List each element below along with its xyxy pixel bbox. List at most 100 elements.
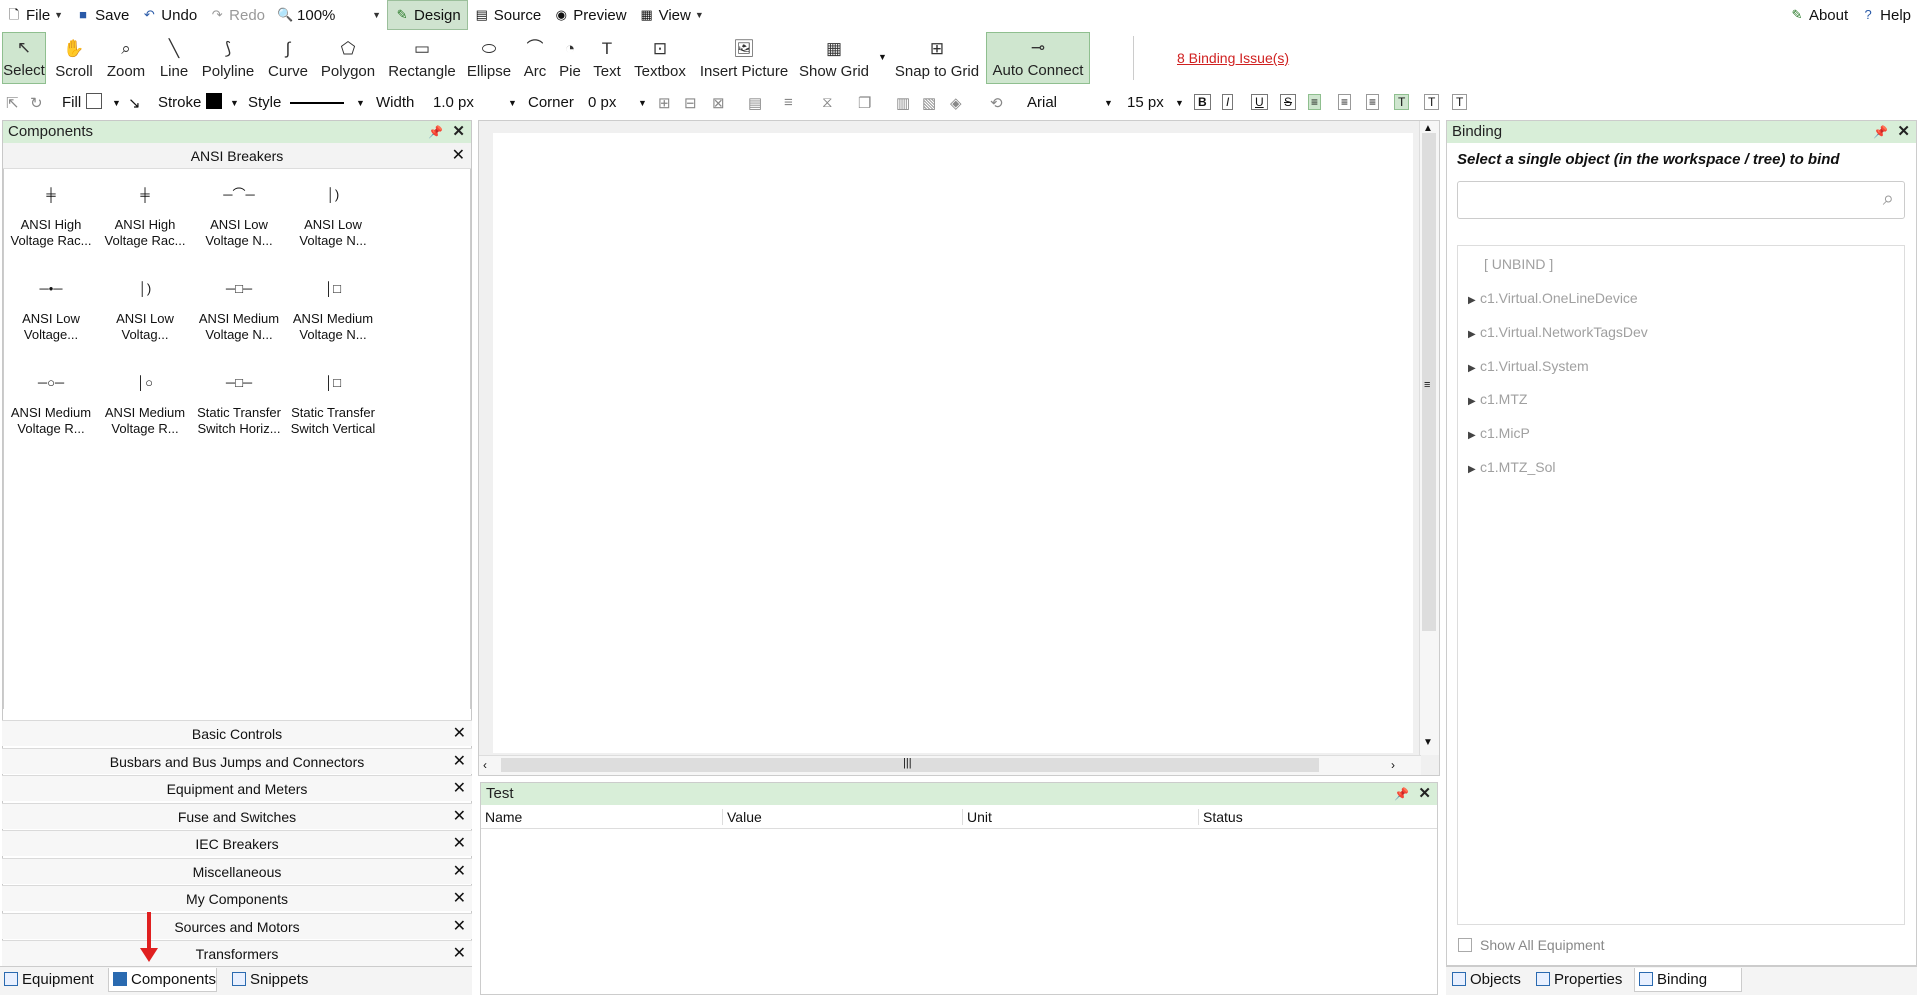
auto-connect-button[interactable]: ⊸ Auto Connect — [986, 32, 1090, 84]
category-header[interactable]: Transformers ✕ — [2, 940, 472, 966]
tree-node[interactable]: ▶ c1.MicP — [1468, 425, 1530, 441]
tab-components[interactable]: Components — [108, 968, 218, 992]
snap-to-grid-button[interactable]: ⊞ Snap to Grid — [892, 32, 982, 84]
component-item[interactable]: ╪ ANSI High Voltage Rac... — [4, 173, 98, 249]
layer-down-icon[interactable]: ▧ — [922, 94, 936, 112]
scroll-down-icon[interactable]: ▼ — [1423, 737, 1433, 748]
select-tool[interactable]: ↖ Select — [2, 32, 46, 84]
pin-icon[interactable]: 📌 — [1873, 121, 1888, 143]
valign-middle-icon[interactable]: T — [1424, 94, 1440, 110]
component-item[interactable]: ╪ ANSI High Voltage Rac... — [98, 173, 192, 249]
tab-objects[interactable]: Objects — [1448, 968, 1521, 992]
tree-node[interactable]: ▶ c1.Virtual.OneLineDevice — [1468, 290, 1638, 306]
textbox-tool[interactable]: ⊡ Textbox — [632, 32, 688, 84]
insert-picture-tool[interactable]: 🖼 Insert Picture — [698, 32, 790, 84]
zoom-select[interactable]: 🔍 100% ▼ — [271, 0, 387, 30]
tree-node[interactable]: ▶ c1.Virtual.System — [1468, 358, 1589, 374]
close-icon[interactable]: ✕ — [453, 831, 466, 857]
align-icon[interactable]: ⊞ — [658, 94, 671, 112]
category-header[interactable]: IEC Breakers ✕ — [2, 830, 472, 856]
strikethrough-button[interactable]: S — [1280, 94, 1297, 110]
component-item[interactable]: │) ANSI Low Voltage N... — [286, 173, 380, 249]
underline-button[interactable]: U — [1251, 94, 1268, 110]
close-icon[interactable]: ✕ — [453, 941, 466, 967]
component-item[interactable]: ─□─ Static Transfer Switch Horiz... — [192, 361, 286, 437]
scroll-tool[interactable]: ✋ Scroll — [52, 32, 96, 84]
vertical-scrollbar[interactable]: ▲ ≡ ▼ — [1419, 121, 1439, 755]
component-item[interactable]: ─○─ ANSI Medium Voltage R... — [4, 361, 98, 437]
polyline-tool[interactable]: ⟆ Polyline — [200, 32, 256, 84]
search-icon[interactable]: ⌕ — [1883, 188, 1894, 211]
expand-icon[interactable]: ▶ — [1468, 295, 1480, 306]
font-size-select[interactable]: 15 px — [1127, 94, 1164, 111]
component-item[interactable]: │□ Static Transfer Switch Vertical — [286, 361, 380, 437]
pie-tool[interactable]: ◔ Pie — [556, 32, 584, 84]
scroll-right-icon[interactable]: › — [1391, 758, 1395, 772]
column-status[interactable]: Status — [1199, 809, 1429, 825]
chevron-down-icon[interactable]: ▼ — [230, 98, 239, 108]
binding-search-input[interactable]: ⌕ — [1457, 181, 1905, 219]
valign-top-icon[interactable]: T — [1394, 94, 1410, 110]
close-icon[interactable]: ✕ — [1418, 783, 1431, 805]
ellipse-tool[interactable]: ⬭ Ellipse — [466, 32, 512, 84]
show-all-equipment-checkbox[interactable]: Show All Equipment — [1458, 937, 1605, 953]
close-icon[interactable]: ✕ — [453, 776, 466, 802]
text-tool[interactable]: T Text — [590, 32, 624, 84]
chevron-down-icon[interactable]: ▼ — [1104, 98, 1113, 108]
chevron-down-icon[interactable]: ▼ — [508, 98, 517, 108]
scroll-left-icon[interactable]: ‹ — [483, 758, 487, 772]
close-icon[interactable]: ✕ — [453, 721, 466, 747]
close-icon[interactable]: ✕ — [453, 886, 466, 912]
distribute-icon[interactable]: ⊟ — [684, 94, 697, 112]
undo-button[interactable]: ↶ Undo — [135, 0, 203, 30]
category-header[interactable]: Busbars and Bus Jumps and Connectors ✕ — [2, 747, 472, 774]
category-header[interactable]: Sources and Motors ✕ — [2, 912, 472, 939]
pin-icon[interactable]: 📌 — [428, 121, 443, 143]
pointer-icon[interactable]: ⇱ — [6, 94, 19, 112]
stroke-swatch[interactable] — [206, 93, 222, 109]
chevron-down-icon[interactable]: ▼ — [1175, 98, 1184, 108]
chevron-down-icon[interactable]: ▼ — [356, 98, 365, 108]
expand-icon[interactable]: ▶ — [1468, 396, 1480, 407]
rotate-options-icon[interactable]: ⟲ — [990, 94, 1003, 112]
tree-node[interactable]: ▶ c1.Virtual.NetworkTagsDev — [1468, 324, 1648, 340]
component-item[interactable]: ─□─ ANSI Medium Voltage N... — [192, 267, 286, 343]
file-menu[interactable]: 🗋 File ▼ — [0, 0, 69, 30]
tab-source[interactable]: ▤ Source — [468, 0, 548, 30]
component-item[interactable]: ─•─ ANSI Low Voltage... — [4, 267, 98, 343]
design-canvas[interactable] — [493, 133, 1413, 753]
zoom-tool[interactable]: ⌕ Zoom — [104, 32, 148, 84]
corner-input[interactable]: 0 px — [588, 94, 616, 111]
close-icon[interactable]: ✕ — [453, 804, 466, 830]
rotate-icon[interactable]: ↻ — [30, 94, 43, 112]
show-grid-button[interactable]: ▦ Show Grid — [798, 32, 870, 84]
align-right-icon[interactable]: ≡ — [1366, 94, 1380, 110]
bold-button[interactable]: B — [1194, 94, 1211, 110]
close-icon[interactable]: ✕ — [452, 121, 465, 143]
view-menu[interactable]: ▦ View ▼ — [633, 0, 710, 30]
order-icon[interactable]: ▤ — [748, 94, 762, 112]
pin-icon[interactable]: 📌 — [1394, 783, 1409, 805]
chevron-down-icon[interactable]: ▼ — [112, 98, 121, 108]
component-item[interactable]: ─⌒─ ANSI Low Voltage N... — [192, 173, 286, 249]
close-icon[interactable]: ✕ — [452, 143, 465, 169]
column-name[interactable]: Name — [481, 808, 723, 825]
tab-preview[interactable]: ◉ Preview — [547, 0, 632, 30]
tree-node[interactable]: ▶ c1.MTZ — [1468, 391, 1527, 407]
chevron-down-icon[interactable]: ▼ — [638, 98, 647, 108]
rectangle-tool[interactable]: ▭ Rectangle — [387, 32, 457, 84]
align-center-icon[interactable]: ≡ — [1338, 94, 1352, 110]
about-button[interactable]: ✎ About — [1783, 0, 1854, 30]
chevron-down-icon[interactable]: ▼ — [878, 52, 887, 62]
curve-tool[interactable]: ∫ Curve — [266, 32, 310, 84]
width-input[interactable]: 1.0 px — [433, 94, 474, 111]
expand-icon[interactable]: ▶ — [1468, 464, 1480, 475]
help-button[interactable]: ? Help — [1854, 0, 1917, 30]
component-item[interactable]: │○ ANSI Medium Voltage R... — [98, 361, 192, 437]
polygon-tool[interactable]: ⬠ Polygon — [318, 32, 378, 84]
category-header[interactable]: Basic Controls ✕ — [2, 720, 472, 746]
component-item[interactable]: │□ ANSI Medium Voltage N... — [286, 267, 380, 343]
tab-snippets[interactable]: Snippets — [228, 968, 308, 992]
arc-tool[interactable]: ⌒ Arc — [520, 32, 550, 84]
category-header[interactable]: My Components ✕ — [2, 885, 472, 911]
